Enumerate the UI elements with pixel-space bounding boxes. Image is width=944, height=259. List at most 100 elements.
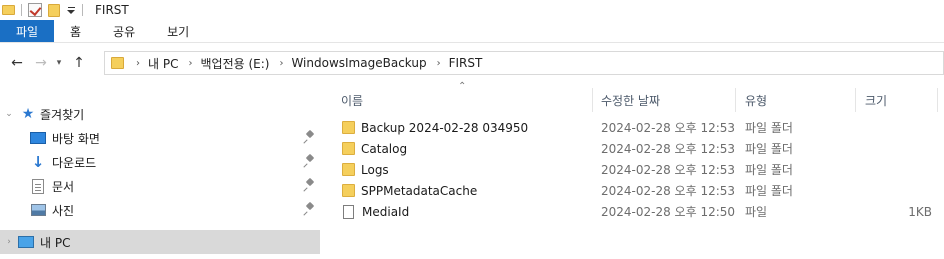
forward-button[interactable]: → <box>30 52 52 74</box>
folder-icon <box>342 184 355 197</box>
sidebar-item-label: 내 PC <box>40 235 71 250</box>
file-name: Logs <box>361 162 389 177</box>
chevron-down-icon: ▾ <box>56 58 62 68</box>
sidebar-item-label: 다운로드 <box>52 155 97 170</box>
table-row[interactable]: Backup 2024-02-28 034950 2024-02-28 오후 1… <box>330 117 944 138</box>
sidebar-item-label: 사진 <box>52 203 75 218</box>
file-type: 파일 폴더 <box>745 142 793 156</box>
folder-icon <box>111 57 124 69</box>
folder-icon <box>342 121 355 134</box>
folder-icon <box>342 163 355 176</box>
divider <box>21 4 22 16</box>
breadcrumb-windowsimagebackup[interactable]: WindowsImageBackup <box>291 56 426 70</box>
chevron-right-icon[interactable]: › <box>4 237 14 247</box>
column-divider[interactable] <box>735 88 736 112</box>
column-divider[interactable] <box>937 88 938 112</box>
tab-view[interactable]: 보기 <box>151 20 205 42</box>
folder-icon <box>342 142 355 155</box>
file-name: MediaId <box>362 204 410 219</box>
arrow-right-icon: → <box>35 55 47 71</box>
file-type: 파일 <box>745 205 768 219</box>
pin-icon <box>304 179 316 193</box>
file-name-cell: MediaId <box>342 201 409 222</box>
file-size <box>860 159 932 180</box>
customize-quick-access-button[interactable] <box>66 3 76 17</box>
column-header-size[interactable]: 크기 <box>865 88 887 112</box>
tab-share[interactable]: 공유 <box>97 20 151 42</box>
file-name-cell: Logs <box>342 159 389 180</box>
arrow-up-icon: ↑ <box>73 55 85 71</box>
table-row[interactable]: Catalog 2024-02-28 오후 12:53 파일 폴더 <box>330 138 944 159</box>
file-date: 2024-02-28 오후 12:53 <box>601 142 736 156</box>
sidebar-item-label: 문서 <box>52 179 75 194</box>
file-name: Catalog <box>361 141 408 156</box>
folder-icon <box>2 5 15 15</box>
sidebar-item-this-pc[interactable]: › 내 PC <box>0 230 320 254</box>
up-button[interactable]: ↑ <box>68 52 90 74</box>
file-size <box>860 138 932 159</box>
sidebar-item-desktop[interactable]: 바탕 화면 <box>0 126 320 150</box>
arrow-left-icon: ← <box>11 55 23 71</box>
file-size <box>860 117 932 138</box>
file-date: 2024-02-28 오후 12:53 <box>601 163 736 177</box>
breadcrumb-this-pc[interactable]: 내 PC <box>148 55 178 72</box>
file-name-cell: Catalog <box>342 138 407 159</box>
desktop-icon <box>30 132 46 144</box>
chevron-right-icon[interactable]: › <box>136 58 140 69</box>
file-date: 2024-02-28 오후 12:53 <box>601 121 736 135</box>
column-divider[interactable] <box>592 88 593 112</box>
column-header-name[interactable]: 이름 <box>341 88 363 112</box>
file-type: 파일 폴더 <box>745 184 793 198</box>
file-name: Backup 2024-02-28 034950 <box>361 120 529 135</box>
file-icon <box>343 204 354 219</box>
navigation-bar: ← → ▾ ↑ › 내 PC › 백업전용 (E:) › WindowsImag… <box>0 48 944 78</box>
chevron-right-icon[interactable]: › <box>188 58 192 69</box>
sidebar-item-downloads[interactable]: ↓ 다운로드 <box>0 150 320 174</box>
breadcrumb-first[interactable]: FIRST <box>449 56 483 70</box>
sidebar-item-documents[interactable]: 문서 <box>0 174 320 198</box>
divider <box>82 4 83 16</box>
table-row[interactable]: Logs 2024-02-28 오후 12:53 파일 폴더 <box>330 159 944 180</box>
table-row[interactable]: SPPMetadataCache 2024-02-28 오후 12:53 파일 … <box>330 180 944 201</box>
pin-icon <box>304 131 316 145</box>
computer-icon <box>18 236 34 248</box>
recent-locations-button[interactable]: ▾ <box>52 52 66 74</box>
chevron-right-icon[interactable]: › <box>437 58 441 69</box>
properties-icon[interactable] <box>28 3 42 17</box>
table-row[interactable]: MediaId 2024-02-28 오후 12:50 파일 1KB <box>330 201 944 222</box>
address-bar[interactable]: › 내 PC › 백업전용 (E:) › WindowsImageBackup … <box>104 51 944 75</box>
pin-icon <box>304 203 316 217</box>
pin-icon <box>304 155 316 169</box>
star-icon: ★ <box>21 106 35 122</box>
title-bar: FIRST <box>0 0 944 20</box>
pictures-icon <box>31 204 46 216</box>
chevron-right-icon[interactable]: › <box>279 58 283 69</box>
sidebar-item-label: 즐겨찾기 <box>40 107 85 122</box>
file-date: 2024-02-28 오후 12:53 <box>601 184 736 198</box>
sidebar-item-quick-access[interactable]: ⌄ ★ 즐겨찾기 <box>0 102 320 126</box>
file-date: 2024-02-28 오후 12:50 <box>601 205 736 219</box>
file-size <box>860 180 932 201</box>
sidebar-item-pictures[interactable]: 사진 <box>0 198 320 222</box>
window-title: FIRST <box>95 3 129 17</box>
file-name-cell: Backup 2024-02-28 034950 <box>342 117 528 138</box>
navigation-pane: ⌄ ★ 즐겨찾기 바탕 화면 ↓ 다운로드 문서 사진 › 내 PC <box>0 84 320 259</box>
back-button[interactable]: ← <box>6 52 28 74</box>
file-name: SPPMetadataCache <box>361 183 478 198</box>
breadcrumb-drive[interactable]: 백업전용 (E:) <box>200 55 269 72</box>
file-list: ⌃ 이름 수정한 날짜 유형 크기 Backup 2024-02-28 0349… <box>330 81 944 259</box>
column-header-date[interactable]: 수정한 날짜 <box>601 88 660 112</box>
new-folder-icon[interactable] <box>48 3 60 17</box>
column-divider[interactable] <box>855 88 856 112</box>
chevron-down-icon[interactable]: ⌄ <box>4 109 14 119</box>
file-name-cell: SPPMetadataCache <box>342 180 477 201</box>
column-header-type[interactable]: 유형 <box>745 88 767 112</box>
sort-ascending-icon: ⌃ <box>458 81 467 92</box>
tab-file[interactable]: 파일 <box>0 20 54 42</box>
file-type: 파일 폴더 <box>745 121 793 135</box>
ribbon-tabs: 파일 홈 공유 보기 <box>0 20 944 43</box>
download-icon: ↓ <box>31 153 45 171</box>
tab-home[interactable]: 홈 <box>54 20 97 42</box>
document-icon <box>32 178 44 194</box>
file-size: 1KB <box>908 204 932 219</box>
